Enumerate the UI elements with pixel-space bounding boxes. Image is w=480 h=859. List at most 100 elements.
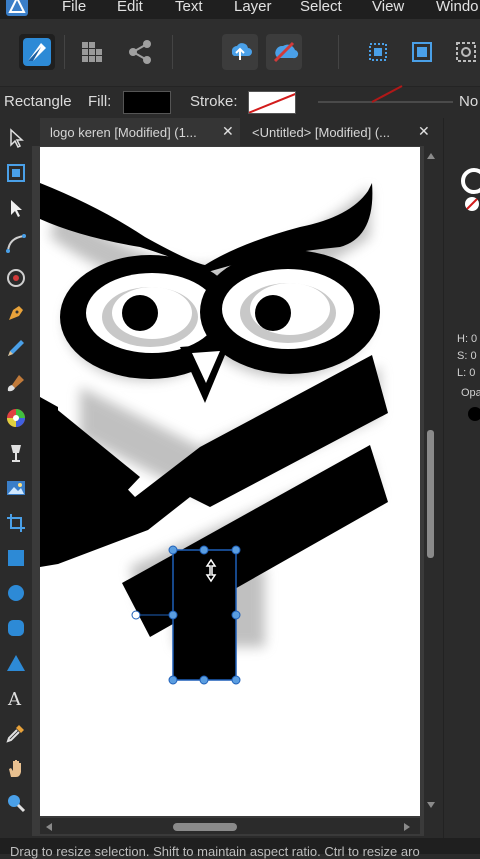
resize-handle [231,545,241,555]
scroll-down-icon[interactable] [427,801,435,809]
pencil-tool[interactable] [4,336,28,360]
status-bar: Drag to resize selection. Shift to maint… [0,838,480,859]
align-button[interactable] [360,34,396,70]
pen-tool[interactable] [4,301,28,325]
curve-pen-icon [6,234,26,253]
corner-tool[interactable] [4,231,28,255]
horizontal-scroll-thumb[interactable] [173,823,237,831]
image-icon [7,481,25,495]
resize-handle [168,545,178,555]
upload-cloud-icon [231,43,252,60]
stroke-label: Stroke: [190,93,238,110]
pen-nib-icon [9,306,23,320]
opacity-slider-knob[interactable] [468,407,480,421]
pixel-persona-button[interactable] [74,34,110,70]
triangle-tool[interactable] [4,651,28,675]
magnifier-icon [8,795,26,813]
place-image-tool[interactable] [4,476,28,500]
ellipse-tool[interactable] [4,581,28,605]
scroll-left-icon[interactable] [45,823,53,831]
resize-handle [231,610,241,620]
share-icon [129,40,151,64]
fill-swatch[interactable] [123,91,171,114]
point-transform-tool[interactable] [4,266,28,290]
menu-select[interactable]: Select [300,0,342,15]
resize-handle [168,675,178,685]
crop-icon [7,514,25,532]
artboard-tool[interactable] [4,161,28,185]
document-tabs: logo keren [Modified] (1... ✕ <Untitled>… [32,118,480,146]
color-swatch-preview[interactable] [458,165,480,213]
tab-title: logo keren [Modified] (1... [50,125,197,140]
lightness-label: L: 0 [457,367,476,379]
hue-label: H: 0 [457,333,478,345]
zoom-tool[interactable] [4,791,28,815]
transform-button[interactable] [404,34,440,70]
snapping-button[interactable] [266,34,302,70]
vertical-scroll-thumb[interactable] [427,430,434,558]
tab-logo-keren[interactable]: logo keren [Modified] (1... ✕ [40,118,240,146]
menu-view[interactable]: View [372,0,404,15]
menu-layer[interactable]: Layer [234,0,272,15]
ellipse-icon [8,585,24,601]
affinity-designer-logo-icon [6,0,28,16]
designer-persona-button[interactable] [19,34,55,70]
close-icon[interactable]: ✕ [222,123,234,140]
point-transform-icon [7,269,25,287]
transform-icon [412,42,432,62]
resize-handle [231,675,241,685]
resize-handle [199,545,209,555]
assistant-button[interactable] [222,34,258,70]
resize-handle [168,610,178,620]
fill-tool[interactable] [4,406,28,430]
scroll-right-icon[interactable] [403,823,411,831]
vector-brush-tool[interactable] [4,371,28,395]
stroke-swatch[interactable] [248,91,296,114]
menu-window[interactable]: Windo [436,0,479,15]
view-tool[interactable] [4,756,28,780]
move-tool[interactable] [4,126,28,150]
resize-handle [199,675,209,685]
fill-label: Fill: [88,93,112,110]
menu-text[interactable]: Text [175,0,203,15]
tool-name-label: Rectangle [4,93,72,110]
artboard[interactable] [40,147,420,816]
rotate-handle [131,610,141,620]
tools-panel: A [0,118,32,854]
artboard-icon [7,164,25,182]
export-persona-button[interactable] [122,34,158,70]
resize-cursor-icon [205,558,217,583]
menu-edit[interactable]: Edit [117,0,143,15]
color-panel [443,118,480,854]
rectangle-icon [8,550,24,566]
node-arrow-icon [11,200,22,217]
artistic-text-tool[interactable]: A [4,686,28,710]
pixel-grid-icon [82,42,102,62]
menu-bar: File Edit Text Layer Select View Windo [0,0,480,19]
transparency-tool[interactable] [4,441,28,465]
rounded-rectangle-tool[interactable] [4,616,28,640]
menu-file[interactable]: File [62,0,86,15]
main-toolbar [0,19,480,86]
arrange-icon [456,42,476,62]
opacity-label: Opa [461,387,480,399]
saturation-label: S: 0 [457,350,477,362]
designer-persona-icon [23,38,51,66]
context-toolbar: Rectangle Fill: Stroke: No [0,85,480,119]
canvas-area[interactable] [32,146,424,836]
tab-untitled[interactable]: <Untitled> [Modified] (... ✕ [242,118,436,146]
snapping-icon [273,41,299,63]
tab-title: <Untitled> [Modified] (... [252,125,391,140]
close-icon[interactable]: ✕ [418,123,430,140]
arrange-button[interactable] [448,34,480,70]
rectangle-tool[interactable] [4,546,28,570]
context-right-text: No [459,93,479,110]
scroll-up-icon[interactable] [427,152,435,160]
stroke-width-slider[interactable] [318,101,453,103]
svg-text:A: A [7,689,22,709]
crop-tool[interactable] [4,511,28,535]
color-picker-tool[interactable] [4,721,28,745]
node-tool[interactable] [4,196,28,220]
status-message: Drag to resize selection. Shift to maint… [10,844,420,859]
triangle-icon [7,655,25,671]
